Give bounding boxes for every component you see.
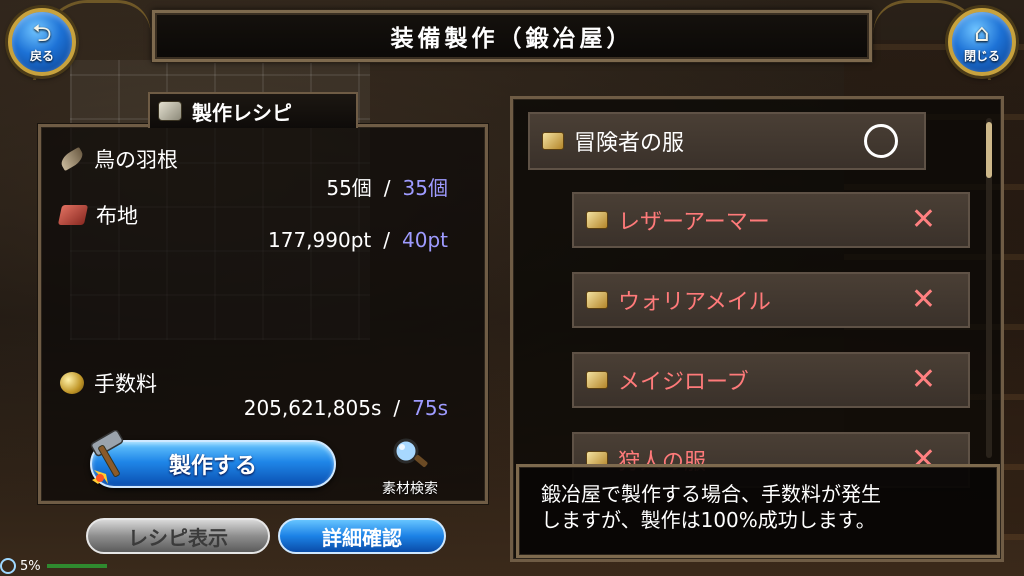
list-item[interactable]: ウォリアメイル ✕ (572, 272, 970, 328)
list-item[interactable]: メイジローブ ✕ (572, 352, 970, 408)
have-value: 55個 (326, 176, 372, 200)
recipe-book-icon (158, 101, 182, 121)
detail-button[interactable]: 詳細確認 (278, 518, 446, 554)
material-search-label: 素材検索 (382, 481, 438, 497)
back-button[interactable]: ⮌ 戻る (8, 8, 76, 76)
info-message: 鍛冶屋で製作する場合、手数料が発生 しますが、製作は100%成功します。 (516, 464, 1000, 558)
need-value: 75s (412, 396, 448, 420)
scroll-icon (586, 371, 608, 389)
back-label: 戻る (29, 48, 54, 63)
list-item[interactable]: レザーアーマー ✕ (572, 192, 970, 248)
item-name: メイジローブ (618, 370, 749, 395)
not-craftable-x-icon: ✕ (910, 202, 936, 237)
page-title: 装備製作（鍛冶屋） (151, 9, 873, 63)
recipe-tab: 製作レシピ (148, 92, 358, 128)
material-search-button[interactable]: 素材検索 (360, 436, 460, 498)
scrollbar-thumb[interactable] (986, 122, 992, 178)
hammer-icon (90, 430, 124, 484)
close-label: 閉じる (963, 48, 1000, 63)
material-quantity-feather: 55個 / 35個 (326, 172, 448, 201)
item-list-scrollbar[interactable] (986, 118, 992, 458)
separator: / (383, 176, 391, 200)
fee-label: 手数料 (94, 372, 157, 396)
status-bar (46, 564, 107, 568)
scroll-icon (586, 211, 608, 229)
material-quantity-cloth: 177,990pt / 40pt (268, 228, 448, 252)
status-percent: 5% (20, 558, 41, 574)
status-indicator: 5% (0, 556, 107, 576)
have-value: 177,990pt (268, 228, 372, 252)
status-ring-icon (0, 558, 16, 574)
close-button[interactable]: ⌂ 閉じる (948, 8, 1016, 76)
cloth-icon (57, 205, 89, 225)
item-name: 冒険者の服 (574, 131, 685, 156)
home-icon: ⌂ (974, 18, 990, 47)
material-name: 布地 (96, 204, 138, 228)
scroll-icon (542, 132, 564, 150)
need-value: 40pt (402, 228, 448, 252)
material-name: 鳥の羽根 (94, 148, 178, 172)
coin-icon (60, 372, 84, 394)
fee-quantity: 205,621,805s / 75s (244, 396, 448, 420)
scroll-icon (586, 291, 608, 309)
separator: / (383, 228, 390, 252)
back-arrow-icon: ⮌ (32, 18, 52, 47)
material-row-feather: 鳥の羽根 (58, 144, 178, 174)
separator: / (393, 396, 401, 420)
recipe-tab-label: 製作レシピ (192, 100, 292, 125)
item-name: ウォリアメイル (618, 290, 771, 315)
magnifier-icon (393, 438, 428, 467)
have-value: 205,621,805s (243, 396, 382, 420)
list-item-main[interactable]: 冒険者の服 (528, 112, 926, 170)
material-row-cloth: 布地 (57, 200, 138, 230)
info-text-line1: 鍛冶屋で製作する場合、手数料が発生 (541, 482, 881, 506)
not-craftable-x-icon: ✕ (910, 282, 936, 317)
info-text-line2: しますが、製作は100%成功します。 (541, 508, 876, 532)
item-name: レザーアーマー (618, 210, 770, 235)
fee-row: 手数料 (60, 368, 157, 398)
recipe-view-button[interactable]: レシピ表示 (86, 518, 270, 554)
need-value: 35個 (402, 176, 448, 200)
not-craftable-x-icon: ✕ (910, 362, 936, 397)
feather-icon (58, 146, 86, 172)
craftable-circle-icon (864, 124, 898, 158)
